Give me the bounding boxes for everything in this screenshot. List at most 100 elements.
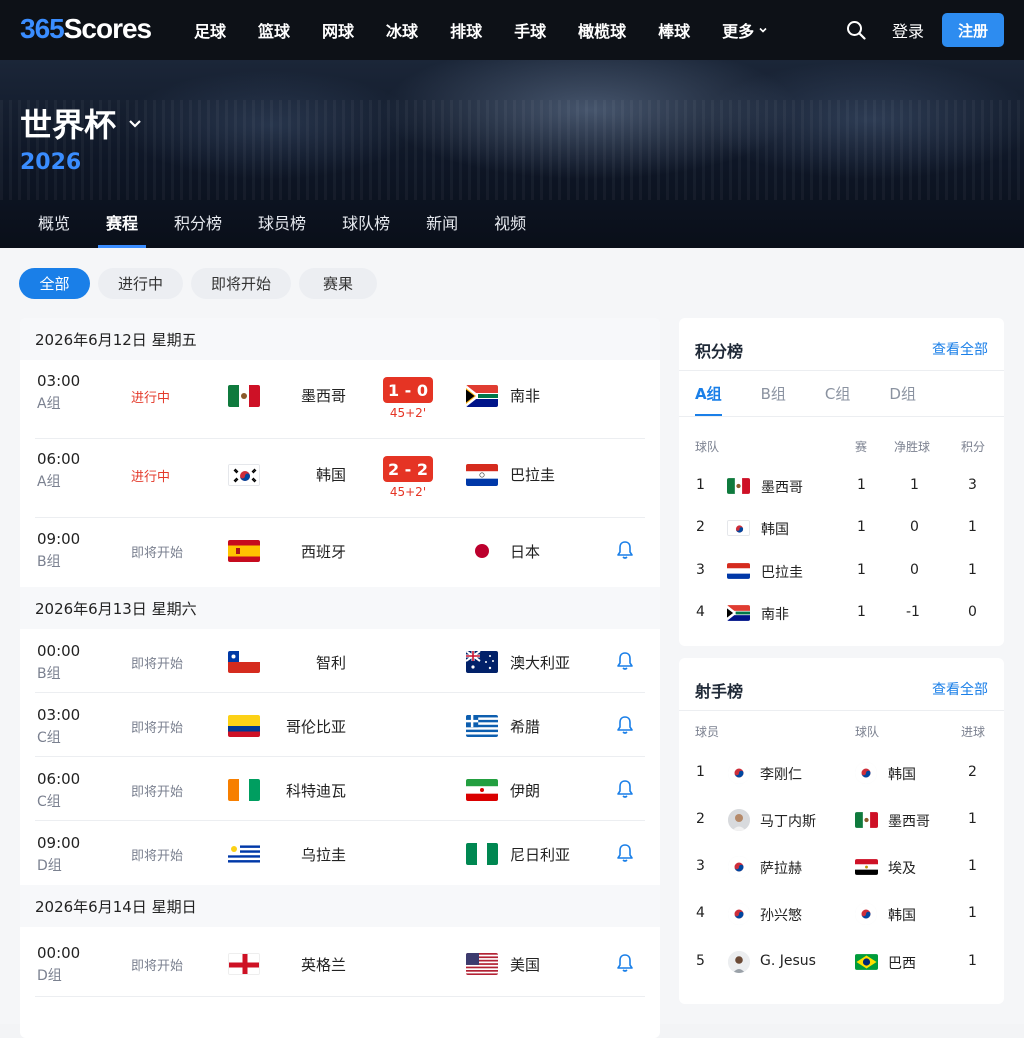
- tab-teams[interactable]: 球队榜: [324, 203, 408, 248]
- match-status: 进行中: [131, 470, 171, 485]
- bell-notification-icon[interactable]: [616, 540, 634, 560]
- sport-link-football[interactable]: 足球: [194, 18, 226, 42]
- bell-notification-icon[interactable]: [616, 779, 634, 799]
- rank: 2: [696, 519, 705, 535]
- filter-results[interactable]: 赛果: [299, 268, 377, 299]
- site-logo[interactable]: 365Scores: [20, 13, 152, 45]
- sport-link-hockey[interactable]: 冰球: [386, 18, 418, 42]
- home-team: 智利: [315, 654, 346, 672]
- tab-schedule[interactable]: 赛程: [88, 203, 156, 248]
- login-link[interactable]: 登录: [892, 18, 924, 42]
- group-tab-c[interactable]: C组: [825, 383, 850, 416]
- sport-link-handball[interactable]: 手球: [514, 18, 546, 42]
- player-name: 萨拉赫: [760, 861, 802, 877]
- bell-notification-icon[interactable]: [616, 843, 634, 863]
- match-row[interactable]: 03:00 A组 进行中 墨西哥 1 - 0 45+2' 南非: [20, 360, 660, 439]
- points: 1: [968, 562, 977, 578]
- match-group: C组: [37, 794, 61, 810]
- group-tab-b[interactable]: B组: [761, 383, 786, 416]
- sport-link-volleyball[interactable]: 排球: [450, 18, 482, 42]
- flag-south-korea-icon: [228, 464, 260, 486]
- home-team: 西班牙: [300, 543, 346, 561]
- rank: 1: [696, 764, 705, 780]
- team-name: 巴拉圭: [761, 565, 803, 581]
- filter-upcoming[interactable]: 即将开始: [191, 268, 291, 299]
- col-goal-diff: 净胜球: [894, 440, 931, 454]
- tab-players[interactable]: 球员榜: [240, 203, 324, 248]
- sport-link-basketball[interactable]: 篮球: [258, 18, 290, 42]
- group-tabs: A组 B组 C组 D组: [695, 383, 955, 416]
- match-status: 即将开始: [131, 785, 184, 800]
- filter-all[interactable]: 全部: [19, 268, 90, 299]
- flag-iran-icon: [466, 779, 498, 801]
- team-name: 墨西哥: [888, 814, 930, 830]
- home-team: 乌拉圭: [300, 846, 346, 864]
- played: 1: [857, 477, 866, 493]
- competition-title[interactable]: 世界杯: [20, 100, 144, 146]
- player-avatar: [728, 856, 750, 878]
- sport-link-baseball[interactable]: 棒球: [658, 18, 690, 42]
- points: 3: [968, 477, 977, 493]
- match-group: A组: [37, 474, 61, 490]
- rank: 4: [696, 905, 705, 921]
- goal-diff: 0: [910, 562, 919, 578]
- match-row[interactable]: 00:00 D组 即将开始 英格兰 美国: [20, 927, 660, 997]
- col-player: 球员: [695, 725, 720, 739]
- match-row[interactable]: 06:00 A组 进行中 韩国 2 - 2 45+2' 巴拉圭: [20, 439, 660, 518]
- match-time: 03:00: [37, 372, 81, 390]
- match-status: 即将开始: [131, 849, 184, 864]
- away-team: 南非: [510, 387, 541, 405]
- tab-videos[interactable]: 视频: [476, 203, 544, 248]
- bell-notification-icon[interactable]: [616, 715, 634, 735]
- goals: 1: [968, 811, 977, 827]
- tab-standings[interactable]: 积分榜: [156, 203, 240, 248]
- match-row[interactable]: 06:00 C组 即将开始 科特迪瓦 伊朗: [20, 757, 660, 821]
- goal-diff: 0: [910, 519, 919, 535]
- match-row[interactable]: 00:00 B组 即将开始 智利 澳大利亚: [20, 629, 660, 693]
- top-scorers-card: 射手榜 查看全部 球员 球队 进球 1 李刚仁 韩国 2 2 马丁内斯 墨西哥 …: [679, 658, 1004, 1004]
- match-filters: 全部 进行中 即将开始 赛果: [19, 268, 385, 299]
- live-score: 1 - 0: [383, 377, 433, 403]
- bell-notification-icon[interactable]: [616, 953, 634, 973]
- search-icon[interactable]: [846, 20, 866, 40]
- sport-link-rugby[interactable]: 橄榄球: [578, 18, 626, 42]
- flag-spain-icon: [228, 540, 260, 562]
- match-status: 进行中: [131, 391, 171, 406]
- sport-link-tennis[interactable]: 网球: [322, 18, 354, 42]
- match-row[interactable]: 03:00 C组 即将开始 哥伦比亚 希腊: [20, 693, 660, 757]
- match-group: B组: [37, 554, 61, 570]
- away-team: 伊朗: [510, 782, 541, 800]
- flag-colombia-icon: [228, 715, 260, 737]
- date-header: 2026年6月14日 星期日: [20, 885, 660, 927]
- tab-overview[interactable]: 概览: [20, 203, 88, 248]
- register-button[interactable]: 注册: [942, 13, 1004, 47]
- match-row[interactable]: 09:00 B组 即将开始 西班牙 日本: [20, 518, 660, 587]
- flag-egypt-icon: [855, 859, 878, 875]
- competition-hero: 世界杯 2026 概览 赛程 积分榜 球员榜 球队榜 新闻 视频: [0, 60, 1024, 248]
- standings-title: 积分榜: [695, 342, 744, 361]
- points: 0: [968, 604, 977, 620]
- tab-news[interactable]: 新闻: [408, 203, 476, 248]
- match-group: D组: [37, 968, 62, 984]
- home-team: 墨西哥: [300, 387, 346, 405]
- player-avatar: [728, 809, 750, 831]
- flag-nigeria-icon: [466, 843, 498, 865]
- more-sports-menu[interactable]: 更多: [722, 18, 768, 42]
- match-status: 即将开始: [131, 546, 184, 561]
- col-played: 赛: [855, 440, 868, 454]
- match-minute: 45+2': [389, 485, 427, 499]
- live-score: 2 - 2: [383, 456, 433, 482]
- match-row[interactable]: 09:00 D组 即将开始 乌拉圭 尼日利亚: [20, 821, 660, 885]
- filter-live[interactable]: 进行中: [98, 268, 183, 299]
- match-list: 2026年6月12日 星期五 03:00 A组 进行中 墨西哥 1 - 0 45…: [20, 318, 660, 1038]
- played: 1: [857, 604, 866, 620]
- main-content: 全部 进行中 即将开始 赛果 2026年6月12日 星期五 03:00 A组 进…: [0, 248, 1024, 1038]
- flag-paraguay-icon: [466, 464, 498, 486]
- standings-see-all-link[interactable]: 查看全部: [932, 339, 988, 359]
- bell-notification-icon[interactable]: [616, 651, 634, 671]
- group-tab-d[interactable]: D组: [889, 383, 916, 416]
- group-tab-a[interactable]: A组: [695, 383, 722, 416]
- match-group: D组: [37, 858, 62, 874]
- scorers-see-all-link[interactable]: 查看全部: [932, 679, 988, 699]
- rank: 2: [696, 811, 705, 827]
